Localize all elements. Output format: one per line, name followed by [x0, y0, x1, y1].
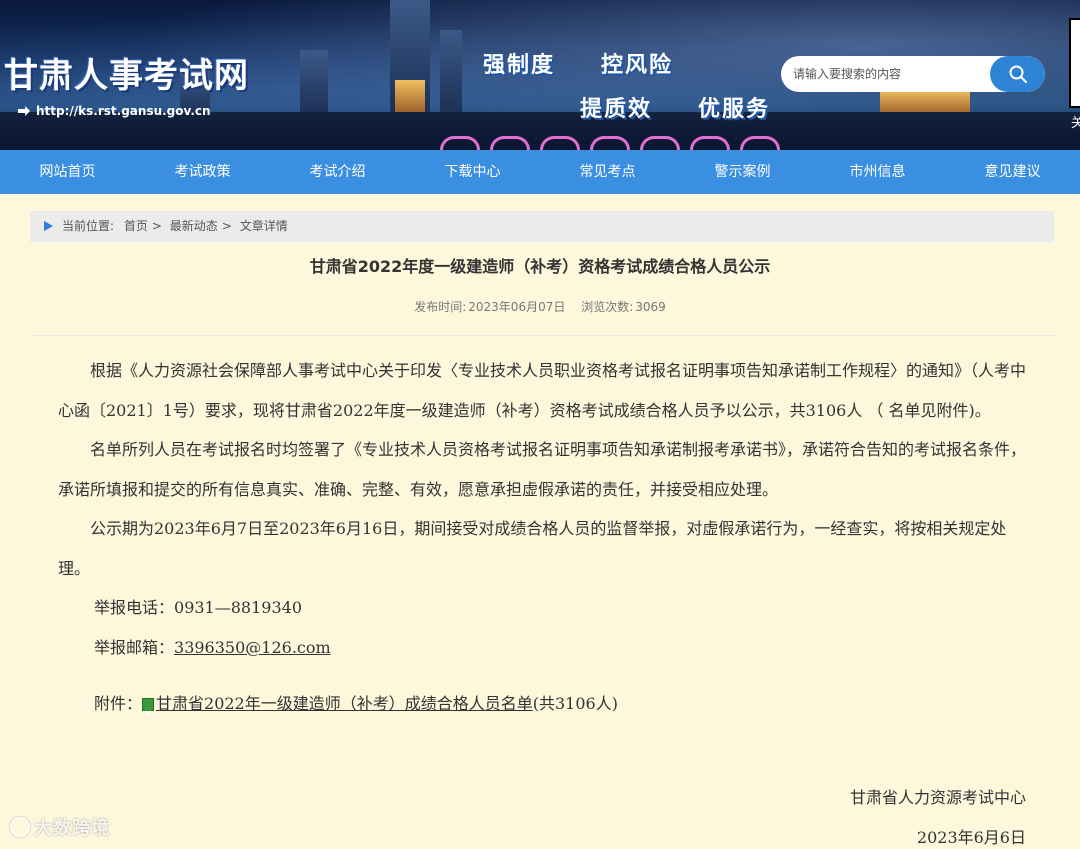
- site-logo[interactable]: 甘肃人事考试网: [4, 48, 249, 97]
- site-url: http://ks.rst.gansu.gov.cn: [36, 104, 211, 118]
- qr-code: [1069, 18, 1080, 108]
- banner-bridge: [540, 136, 580, 150]
- email-label: 举报邮箱：: [94, 637, 175, 657]
- banner-bridge: [740, 136, 780, 150]
- slogan: 控风险: [601, 52, 674, 78]
- qr-label: 关: [1071, 116, 1080, 131]
- views-value: 3069: [635, 300, 666, 314]
- paragraph: 公示期为2023年6月7日至2023年6月16日，期间接受对成绩合格人员的监督举…: [58, 519, 1007, 578]
- slogan: 提质效: [580, 96, 653, 122]
- breadcrumb-item-news[interactable]: 最新动态: [170, 219, 218, 233]
- publish-label: 发布时间:: [414, 300, 467, 314]
- breadcrumb-item-home[interactable]: 首页: [124, 219, 148, 233]
- nav-item-warnings[interactable]: 警示案例: [675, 150, 810, 194]
- views-label: 浏览次数:: [581, 300, 634, 314]
- search-box: [781, 56, 1045, 92]
- issuer: 甘肃省人力资源考试中心: [849, 788, 1026, 807]
- main-nav: 网站首页 考试政策 考试介绍 下载中心 常见考点 警示案例 市州信息 意见建议: [0, 150, 1080, 194]
- nav-item-venues[interactable]: 常见考点: [540, 150, 675, 194]
- nav-item-feedback[interactable]: 意见建议: [945, 150, 1080, 194]
- nav-item-download[interactable]: 下载中心: [405, 150, 540, 194]
- banner-building: [300, 50, 328, 120]
- attachment-count: (共3106人): [532, 694, 618, 713]
- watermark-logo-icon: [10, 817, 30, 837]
- banner-bridge: [590, 136, 630, 150]
- publish-date: 发布时间: 2023年06月07日: [414, 300, 565, 314]
- arrow-right-icon: [44, 221, 53, 231]
- excel-file-icon: [142, 694, 155, 734]
- email-link[interactable]: 3396350@126.com: [174, 638, 331, 657]
- attachment-link[interactable]: 甘肃省2022年一级建造师（补考）成绩合格人员名单: [156, 694, 533, 713]
- header-banner: 甘肃人事考试网 http://ks.rst.gansu.gov.cn 强制度 控…: [0, 0, 1080, 150]
- article-meta: 发布时间: 2023年06月07日 浏览次数: 3069: [0, 298, 1080, 315]
- search-button[interactable]: [990, 56, 1045, 92]
- article-title: 甘肃省2022年度一级建造师（补考）资格考试成绩合格人员公示: [309, 257, 771, 276]
- report-phone: 举报电话：0931—8819340: [58, 588, 1038, 628]
- banner-building: [440, 30, 462, 120]
- breadcrumb-item-current: 文章详情: [239, 219, 288, 233]
- breadcrumb-label: 当前位置:: [62, 219, 115, 233]
- attachment: 附件： 甘肃省2022年一级建造师（补考）成绩合格人员名单(共3106人): [58, 684, 1038, 734]
- nav-item-intro[interactable]: 考试介绍: [270, 150, 405, 194]
- search-input[interactable]: [781, 56, 991, 92]
- attachment-label: 附件：: [94, 694, 143, 713]
- banner-bridge: [640, 136, 680, 150]
- view-count: 浏览次数: 3069: [581, 300, 666, 314]
- paragraph: 名单所列人员在考试报名时均签署了《专业技术人员资格考试报名证明事项告知承诺制报考…: [58, 440, 1027, 499]
- nav-item-policy[interactable]: 考试政策: [135, 150, 270, 194]
- banner-bridge: [490, 136, 530, 150]
- divider: [30, 335, 1054, 336]
- article-body: 根据《人力资源社会保障部人事考试中心关于印发〈专业技术人员职业资格考试报名证明事…: [58, 351, 1038, 734]
- report-email: 举报邮箱：3396350@126.com: [58, 628, 1038, 668]
- breadcrumb-separator: >: [151, 219, 162, 233]
- watermark: 大数跨境: [10, 814, 110, 840]
- breadcrumb: 当前位置: 首页 > 最新动态 > 文章详情: [30, 211, 1054, 242]
- banner-bridge: [690, 136, 730, 150]
- banner-bridge: [440, 136, 480, 150]
- phone-number: 0931—8819340: [174, 598, 302, 617]
- issue-date: 2023年6月6日: [916, 828, 1026, 847]
- watermark-text: 大数跨境: [34, 818, 110, 839]
- slogan: 强制度: [483, 52, 556, 78]
- slogan: 优服务: [698, 96, 771, 122]
- search-icon: [1009, 65, 1027, 84]
- paragraph: 根据《人力资源社会保障部人事考试中心关于印发〈专业技术人员职业资格考试报名证明事…: [58, 361, 1027, 420]
- nav-item-cities[interactable]: 市州信息: [810, 150, 945, 194]
- phone-label: 举报电话：: [94, 598, 175, 617]
- breadcrumb-separator: >: [221, 219, 232, 233]
- publish-date-value: 2023年06月07日: [468, 300, 566, 314]
- nav-item-home[interactable]: 网站首页: [0, 150, 135, 194]
